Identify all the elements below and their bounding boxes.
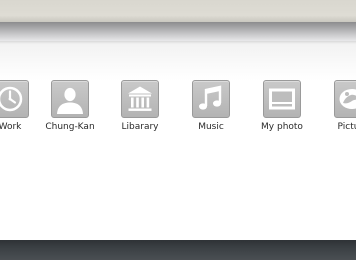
photo-frame-icon xyxy=(263,80,301,118)
icon-grid-panel: Work Chung-Kan Libarary Music My photo P… xyxy=(0,41,356,240)
panel-top-shadow xyxy=(0,41,356,44)
icon-item-picture[interactable]: Picture xyxy=(324,80,356,136)
icon-label-libarary: Libarary xyxy=(121,122,159,132)
icon-item-libarary[interactable]: Libarary xyxy=(111,80,171,136)
icon-label-picture: Picture xyxy=(337,122,356,132)
window-top-bar xyxy=(0,0,356,22)
icon-item-my-photo[interactable]: My photo xyxy=(253,80,313,136)
icon-label-music: Music xyxy=(198,122,224,132)
person-icon xyxy=(51,80,89,118)
library-icon xyxy=(121,80,159,118)
toolbar-strip xyxy=(0,22,356,41)
music-note-icon xyxy=(192,80,230,118)
picture-icon xyxy=(334,80,356,118)
icon-item-chung-kan[interactable]: Chung-Kan xyxy=(41,80,101,136)
bottom-bar xyxy=(0,240,356,260)
icon-label-chung-kan: Chung-Kan xyxy=(45,122,95,132)
icon-label-my-photo: My photo xyxy=(261,122,303,132)
icon-item-music[interactable]: Music xyxy=(182,80,242,136)
clock-icon xyxy=(0,80,29,118)
